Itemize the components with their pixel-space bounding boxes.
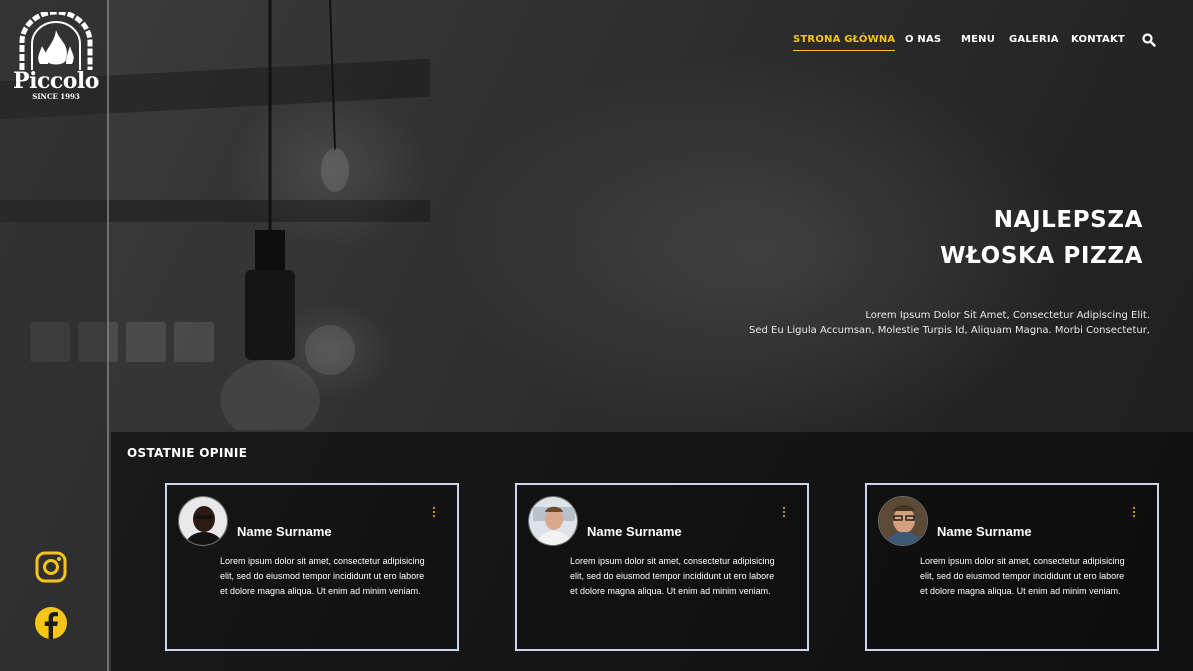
hero-title: NAJLEPSZA WŁOSKA PIZZA <box>940 202 1143 274</box>
avatar <box>878 496 928 546</box>
review-card: Name Surname Lorem ipsum dolor sit amet,… <box>515 483 809 651</box>
reviewer-name: Name Surname <box>587 524 682 539</box>
nav-item-o-nas[interactable]: O NAS <box>905 34 941 45</box>
nav-item-strona-glowna[interactable]: STRONA GŁÓWNA <box>793 34 896 51</box>
hero-title-line1: NAJLEPSZA <box>993 207 1143 233</box>
review-card: Name Surname Lorem ipsum dolor sit amet,… <box>865 483 1159 651</box>
search-icon[interactable] <box>1142 33 1156 47</box>
reviews-title: OSTATNIE OPINIE <box>127 446 248 460</box>
review-text: Lorem ipsum dolor sit amet, consectetur … <box>570 556 775 596</box>
instagram-icon <box>35 551 67 583</box>
avatar <box>528 496 578 546</box>
hero-title-line2: WŁOSKA PIZZA <box>940 243 1143 269</box>
more-options-icon[interactable] <box>781 507 787 521</box>
review-text: Lorem ipsum dolor sit amet, consectetur … <box>920 556 1125 596</box>
nav-item-menu[interactable]: MENU <box>961 34 995 45</box>
facebook-link[interactable] <box>34 606 68 640</box>
hero-subtitle-line1: Lorem Ipsum Dolor Sit Amet, Consectetur … <box>865 310 1150 321</box>
more-options-icon[interactable] <box>431 507 437 521</box>
reviews-section: OSTATNIE OPINIE Name Surname Lorem ipsum… <box>111 432 1193 671</box>
reviewer-name: Name Surname <box>237 524 332 539</box>
nav-item-galeria[interactable]: GALERIA <box>1009 34 1059 45</box>
hero-subtitle: Lorem Ipsum Dolor Sit Amet, Consectetur … <box>749 308 1150 338</box>
brand-logo[interactable]: Piccolo SINCE 1993 <box>10 12 102 102</box>
avatar <box>178 496 228 546</box>
facebook-icon <box>35 607 67 639</box>
reviewer-name: Name Surname <box>937 524 1032 539</box>
instagram-link[interactable] <box>34 550 68 584</box>
review-text: Lorem ipsum dolor sit amet, consectetur … <box>220 556 425 596</box>
brand-since: SINCE 1993 <box>32 92 80 101</box>
brand-name: Piccolo <box>13 68 99 94</box>
background-window <box>126 322 166 362</box>
more-options-icon[interactable] <box>1131 507 1137 521</box>
hanging-lamp-illustration <box>220 0 355 430</box>
nav-item-kontakt[interactable]: KONTAKT <box>1071 34 1125 45</box>
review-card: Name Surname Lorem ipsum dolor sit amet,… <box>165 483 459 651</box>
hero-subtitle-line2: Sed Eu Ligula Accumsan, Molestie Turpis … <box>748 325 1150 336</box>
oven-fire-icon <box>19 12 93 70</box>
left-sidebar: Piccolo SINCE 1993 <box>0 0 109 671</box>
